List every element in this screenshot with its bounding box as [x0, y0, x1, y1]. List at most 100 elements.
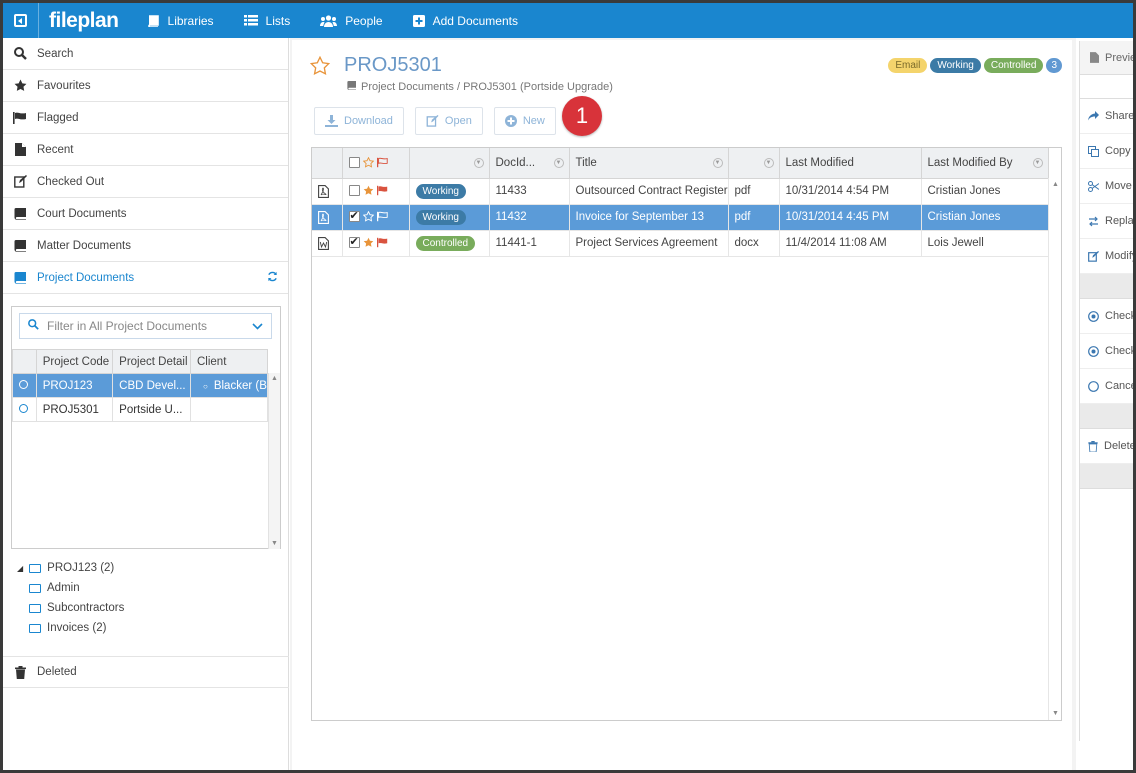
- column-filter-icon[interactable]: ▼: [553, 158, 564, 168]
- select-all-checkbox[interactable]: [348, 157, 360, 169]
- badge-controlled[interactable]: Controlled: [983, 58, 1044, 73]
- nav-lists[interactable]: Lists: [243, 14, 290, 28]
- folder-icon: [29, 603, 41, 613]
- replace-action[interactable]: Replac: [1080, 204, 1133, 239]
- column-header-status[interactable]: ▼: [409, 148, 490, 179]
- sidebar-item-matter-documents[interactable]: Matter Documents: [3, 230, 288, 262]
- client-cell: [189, 397, 269, 422]
- column-filter-icon[interactable]: ▼: [763, 158, 774, 168]
- open-button[interactable]: Open: [414, 107, 483, 135]
- scroll-up-icon[interactable]: ▲: [271, 375, 278, 382]
- tree-node-invoices[interactable]: Invoices (2): [17, 618, 124, 638]
- badge-email[interactable]: Email: [888, 58, 928, 73]
- project-detail-cell: Portside U...: [112, 397, 191, 422]
- app-window: fileplan Libraries Lists People Add Docu…: [0, 0, 1136, 773]
- share-action[interactable]: Share: [1080, 99, 1133, 134]
- column-header-last-modified-by[interactable]: Last Modified By ▼: [921, 148, 1049, 179]
- table-row[interactable]: PROJ123 CBD Devel... ○ Blacker (B: [12, 373, 269, 398]
- client-cell: ○ Blacker (B: [189, 373, 269, 398]
- column-filter-icon[interactable]: ▼: [1032, 158, 1043, 168]
- row-checkbox[interactable]: [348, 235, 360, 249]
- plus-circle-icon: [504, 115, 517, 127]
- nav-people[interactable]: People: [320, 14, 383, 28]
- collapse-sidebar-button[interactable]: [3, 3, 39, 38]
- row-checkbox[interactable]: [348, 209, 360, 223]
- flag-outline-icon[interactable]: [376, 211, 388, 223]
- star-filled-icon[interactable]: [363, 185, 374, 197]
- table-row[interactable]: Working 11433 Outsourced Contract Regist…: [312, 178, 1049, 205]
- title-cell[interactable]: Project Services Agreement: [569, 230, 729, 257]
- sidebar-item-search[interactable]: Search: [3, 38, 288, 70]
- new-button[interactable]: New: [493, 107, 556, 135]
- top-nav: fileplan Libraries Lists People Add Docu…: [3, 3, 1133, 38]
- step-marker: 1: [562, 96, 602, 136]
- book-icon: [13, 239, 27, 252]
- flag-filled-icon[interactable]: [376, 185, 388, 197]
- project-filter-input[interactable]: Filter in All Project Documents: [19, 313, 272, 339]
- table-row[interactable]: Working 11432 Invoice for September 13 p…: [312, 204, 1049, 231]
- delete-action[interactable]: Delete: [1080, 429, 1133, 464]
- pdf-icon: [318, 184, 329, 198]
- fileplan-logo: fileplan: [49, 8, 119, 32]
- column-header-last-modified[interactable]: Last Modified: [779, 148, 922, 179]
- circle-icon: [1088, 380, 1099, 392]
- project-table-scrollbar[interactable]: ▲ ▼: [268, 373, 280, 549]
- sidebar-item-checked-out[interactable]: Checked Out: [3, 166, 288, 198]
- caret-down-icon[interactable]: ◢: [17, 564, 23, 573]
- edit-icon: [1088, 250, 1099, 262]
- pdf-icon: [318, 210, 329, 224]
- preview-tab[interactable]: Previe: [1080, 41, 1133, 75]
- cancel-checkout-action[interactable]: Cancel: [1080, 369, 1133, 404]
- move-action[interactable]: Move: [1080, 169, 1133, 204]
- nav-add-documents[interactable]: Add Documents: [412, 14, 518, 28]
- favourite-star-icon[interactable]: [309, 55, 331, 79]
- star-outline-icon[interactable]: [362, 156, 375, 169]
- scroll-up-icon[interactable]: ▲: [1052, 181, 1059, 188]
- badge-working[interactable]: Working: [930, 58, 981, 73]
- scroll-down-icon[interactable]: ▼: [1052, 710, 1059, 717]
- sidebar-item-favourites[interactable]: Favourites: [3, 70, 288, 102]
- check-in-action[interactable]: Checki: [1080, 334, 1133, 369]
- tree-node-root[interactable]: ◢ PROJ123 (2): [17, 558, 124, 578]
- column-header-project-detail[interactable]: Project Detail: [112, 349, 191, 374]
- nav-libraries[interactable]: Libraries: [147, 14, 214, 28]
- column-header-title[interactable]: Title ▼: [569, 148, 729, 179]
- row-checkbox[interactable]: [348, 185, 360, 197]
- title-cell[interactable]: Invoice for September 13: [569, 204, 729, 231]
- check-out-action[interactable]: Check: [1080, 299, 1133, 334]
- sidebar-item-court-documents[interactable]: Court Documents: [3, 198, 288, 230]
- tree-node-subcontractors[interactable]: Subcontractors: [17, 598, 124, 618]
- scroll-down-icon[interactable]: ▼: [271, 540, 278, 547]
- sidebar-item-project-documents[interactable]: Project Documents: [3, 262, 288, 294]
- row-radio[interactable]: [19, 379, 28, 389]
- copy-action[interactable]: Copy D: [1080, 134, 1133, 169]
- column-filter-icon[interactable]: ▼: [712, 158, 723, 168]
- column-header-docid[interactable]: DocId... ▼: [489, 148, 570, 179]
- sidebar-item-flagged[interactable]: Flagged: [3, 102, 288, 134]
- column-filter-icon[interactable]: ▼: [473, 158, 484, 168]
- download-button[interactable]: Download: [314, 107, 404, 135]
- refresh-icon[interactable]: [267, 271, 278, 285]
- sidebar-item-deleted[interactable]: Deleted: [3, 656, 289, 688]
- title-cell[interactable]: Outsourced Contract Register: [569, 178, 729, 205]
- table-row[interactable]: Controlled 11441-1 Project Services Agre…: [312, 230, 1049, 257]
- table-row[interactable]: PROJ5301 Portside U...: [12, 397, 269, 422]
- document-toolbar: Download Open New: [314, 107, 567, 135]
- collapse-icon: [14, 14, 27, 27]
- document-grid-scrollbar[interactable]: ▲ ▼: [1048, 178, 1061, 720]
- modified-cell: 10/31/2014 4:45 PM: [779, 204, 922, 231]
- docid-cell: 11432: [489, 204, 570, 231]
- sidebar-item-recent[interactable]: Recent: [3, 134, 288, 166]
- column-header-client[interactable]: Client: [189, 349, 269, 374]
- chevron-down-icon[interactable]: [252, 320, 263, 334]
- modify-action[interactable]: Modify: [1080, 239, 1133, 274]
- flag-filled-icon[interactable]: [376, 237, 388, 249]
- tree-node-admin[interactable]: Admin: [17, 578, 124, 598]
- star-outline-icon[interactable]: [362, 211, 375, 223]
- column-header-type[interactable]: ▼: [728, 148, 780, 179]
- column-header-project-code[interactable]: Project Code: [35, 349, 114, 374]
- flag-outline-icon[interactable]: [376, 157, 388, 169]
- star-filled-icon[interactable]: [363, 237, 374, 249]
- row-radio[interactable]: [19, 403, 28, 413]
- modified-by-cell: Cristian Jones: [921, 204, 1049, 231]
